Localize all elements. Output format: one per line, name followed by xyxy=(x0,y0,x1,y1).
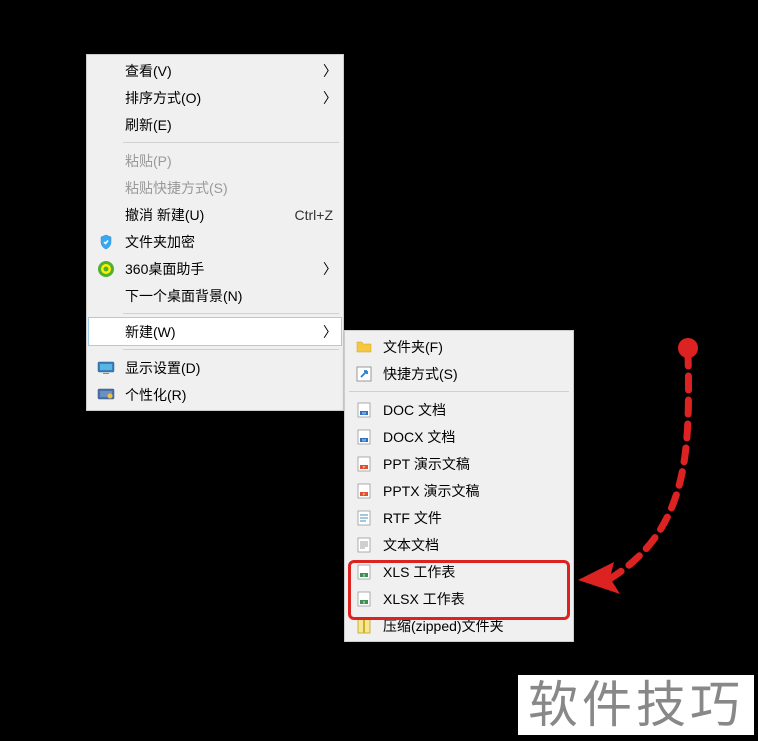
menu-item-360-helper[interactable]: 360桌面助手 〉 xyxy=(89,255,341,282)
menu-item-refresh[interactable]: 刷新(E) xyxy=(89,111,341,138)
ppt-icon: P xyxy=(353,453,375,475)
menu-item-view[interactable]: 查看(V) 〉 xyxy=(89,57,341,84)
submenu-label: 压缩(zipped)文件夹 xyxy=(383,616,563,636)
menu-item-undo[interactable]: 撤消 新建(U) Ctrl+Z xyxy=(89,201,341,228)
submenu-label: DOC 文档 xyxy=(383,400,563,420)
submenu-item-xls[interactable]: S XLS 工作表 xyxy=(347,558,571,585)
menu-item-new[interactable]: 新建(W) 〉 xyxy=(89,318,341,345)
shield-icon xyxy=(95,231,117,253)
menu-label: 显示设置(D) xyxy=(125,358,333,378)
chevron-right-icon: 〉 xyxy=(323,91,333,105)
desktop-context-menu: 查看(V) 〉 排序方式(O) 〉 刷新(E) 粘贴(P) 粘贴快捷方式(S) … xyxy=(86,54,344,411)
menu-item-personalize[interactable]: 个性化(R) xyxy=(89,381,341,408)
new-submenu: 文件夹(F) 快捷方式(S) W DOC 文档 W DOCX 文档 P PPT … xyxy=(344,330,574,642)
svg-text:P: P xyxy=(363,464,366,469)
txt-icon xyxy=(353,534,375,556)
360-icon xyxy=(95,258,117,280)
submenu-item-doc[interactable]: W DOC 文档 xyxy=(347,396,571,423)
submenu-item-zip[interactable]: 压缩(zipped)文件夹 xyxy=(347,612,571,639)
svg-text:P: P xyxy=(363,491,366,496)
chevron-right-icon: 〉 xyxy=(323,64,333,78)
menu-label: 新建(W) xyxy=(125,322,323,342)
menu-item-folder-encrypt[interactable]: 文件夹加密 xyxy=(89,228,341,255)
menu-separator xyxy=(349,391,569,392)
docx-icon: W xyxy=(353,426,375,448)
menu-label: 撤消 新建(U) xyxy=(125,205,285,225)
submenu-item-folder[interactable]: 文件夹(F) xyxy=(347,333,571,360)
submenu-item-docx[interactable]: W DOCX 文档 xyxy=(347,423,571,450)
submenu-label: 文件夹(F) xyxy=(383,337,563,357)
spacer-icon xyxy=(95,60,117,82)
submenu-item-ppt[interactable]: P PPT 演示文稿 xyxy=(347,450,571,477)
svg-text:W: W xyxy=(362,410,366,415)
menu-item-paste-shortcut: 粘贴快捷方式(S) xyxy=(89,174,341,201)
menu-separator xyxy=(123,313,339,314)
spacer-icon xyxy=(95,114,117,136)
pptx-icon: P xyxy=(353,480,375,502)
submenu-label: 文本文档 xyxy=(383,535,563,555)
submenu-label: PPTX 演示文稿 xyxy=(383,481,563,501)
chevron-right-icon: 〉 xyxy=(323,262,333,276)
menu-label: 粘贴快捷方式(S) xyxy=(125,178,333,198)
submenu-label: DOCX 文档 xyxy=(383,427,563,447)
watermark-text: 软件技巧 xyxy=(518,675,754,735)
menu-label: 下一个桌面背景(N) xyxy=(125,286,333,306)
menu-label: 个性化(R) xyxy=(125,385,333,405)
annotation-arrow xyxy=(570,330,730,610)
submenu-item-txt[interactable]: 文本文档 xyxy=(347,531,571,558)
submenu-label: XLS 工作表 xyxy=(383,562,563,582)
folder-icon xyxy=(353,336,375,358)
submenu-item-xlsx[interactable]: S XLSX 工作表 xyxy=(347,585,571,612)
submenu-label: 快捷方式(S) xyxy=(383,364,563,384)
monitor-icon xyxy=(95,357,117,379)
submenu-item-pptx[interactable]: P PPTX 演示文稿 xyxy=(347,477,571,504)
svg-text:S: S xyxy=(363,572,366,577)
submenu-label: RTF 文件 xyxy=(383,508,563,528)
svg-text:S: S xyxy=(363,599,366,604)
menu-label: 排序方式(O) xyxy=(125,88,323,108)
menu-item-paste: 粘贴(P) xyxy=(89,147,341,174)
chevron-right-icon: 〉 xyxy=(323,325,333,339)
xlsx-icon: S xyxy=(353,588,375,610)
menu-label: 刷新(E) xyxy=(125,115,333,135)
submenu-label: XLSX 工作表 xyxy=(383,589,563,609)
svg-text:W: W xyxy=(362,437,366,442)
menu-label: 粘贴(P) xyxy=(125,151,333,171)
menu-separator xyxy=(123,349,339,350)
menu-item-display-settings[interactable]: 显示设置(D) xyxy=(89,354,341,381)
submenu-item-rtf[interactable]: RTF 文件 xyxy=(347,504,571,531)
menu-item-sort[interactable]: 排序方式(O) 〉 xyxy=(89,84,341,111)
submenu-item-shortcut[interactable]: 快捷方式(S) xyxy=(347,360,571,387)
spacer-icon xyxy=(95,87,117,109)
rtf-icon xyxy=(353,507,375,529)
menu-label: 查看(V) xyxy=(125,61,323,81)
spacer-icon xyxy=(95,285,117,307)
zip-icon xyxy=(353,615,375,637)
menu-separator xyxy=(123,142,339,143)
spacer-icon xyxy=(95,150,117,172)
menu-label: 文件夹加密 xyxy=(125,232,333,252)
shortcut-icon xyxy=(353,363,375,385)
personalize-icon xyxy=(95,384,117,406)
submenu-label: PPT 演示文稿 xyxy=(383,454,563,474)
menu-item-next-wallpaper[interactable]: 下一个桌面背景(N) xyxy=(89,282,341,309)
xls-icon: S xyxy=(353,561,375,583)
menu-label: 360桌面助手 xyxy=(125,259,323,279)
spacer-icon xyxy=(95,321,117,343)
menu-shortcut: Ctrl+Z xyxy=(295,207,334,223)
doc-icon: W xyxy=(353,399,375,421)
spacer-icon xyxy=(95,204,117,226)
spacer-icon xyxy=(95,177,117,199)
